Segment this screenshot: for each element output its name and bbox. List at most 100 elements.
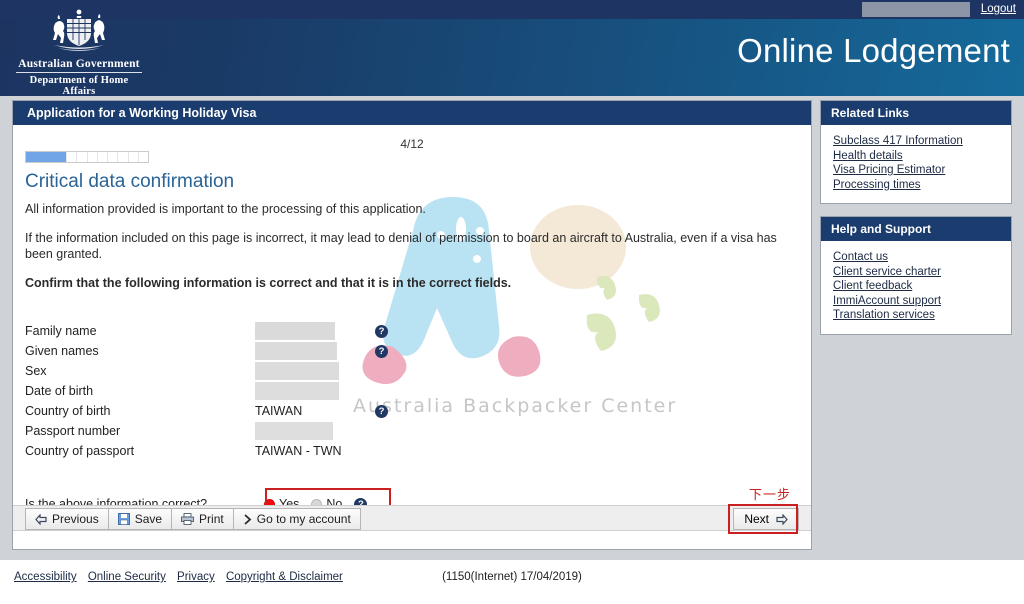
logout-link[interactable]: Logout bbox=[981, 2, 1016, 16]
field-label: Sex bbox=[25, 364, 47, 378]
sidebar-link-immiaccount-support[interactable]: ImmiAccount support bbox=[833, 294, 999, 309]
field-label: Country of birth bbox=[25, 404, 111, 418]
go-to-my-account-button[interactable]: Go to my account bbox=[232, 508, 361, 530]
table-row: Passport number bbox=[25, 421, 401, 441]
printer-icon bbox=[181, 513, 194, 525]
australian-government-crest: Australian Government Department of Home… bbox=[14, 7, 144, 96]
field-help bbox=[375, 441, 401, 461]
app-title: Online Lodgement bbox=[737, 32, 1010, 69]
help-and-support-body: Contact us Client service charter Client… bbox=[821, 241, 1011, 334]
main-panel: Application for a Working Holiday Visa A… bbox=[12, 100, 812, 550]
field-help: ? bbox=[375, 401, 401, 421]
critical-data-rows: Family name ? Given names ? Sex Date of … bbox=[25, 321, 401, 461]
help-icon[interactable]: ? bbox=[375, 405, 388, 419]
table-row: Given names ? bbox=[25, 341, 401, 361]
watermark-text: Australia Backpacker Center bbox=[353, 395, 678, 417]
next-button[interactable]: Next bbox=[733, 508, 799, 530]
field-help: ? bbox=[375, 341, 401, 361]
body-area: Application for a Working Holiday Visa A… bbox=[0, 96, 1024, 560]
footer-version: (1150(Internet) 17/04/2019) bbox=[442, 571, 582, 583]
help-icon[interactable]: ? bbox=[375, 345, 388, 359]
field-value bbox=[255, 341, 375, 361]
progress-bar bbox=[25, 151, 149, 163]
redacted-value bbox=[255, 322, 335, 340]
save-button[interactable]: Save bbox=[107, 508, 173, 530]
page-counter: 4/12 bbox=[400, 137, 424, 151]
field-value bbox=[255, 361, 375, 381]
sidebar-link-health-details[interactable]: Health details bbox=[833, 149, 999, 164]
table-row: Sex bbox=[25, 361, 401, 381]
previous-button[interactable]: Previous bbox=[25, 508, 109, 530]
coat-of-arms-icon bbox=[53, 9, 105, 51]
field-help: ? bbox=[375, 321, 401, 341]
crest-divider bbox=[16, 72, 142, 73]
site-header: Logout Australian Government Department … bbox=[0, 0, 1024, 96]
progress-fill bbox=[26, 152, 67, 162]
sidebar: Related Links Subclass 417 Information H… bbox=[820, 100, 1012, 347]
progress-remaining bbox=[66, 152, 148, 162]
help-and-support-title: Help and Support bbox=[821, 217, 1011, 241]
confirm-instruction: Confirm that the following information i… bbox=[25, 276, 512, 290]
redacted-value bbox=[255, 362, 339, 380]
sidebar-link-client-service-charter[interactable]: Client service charter bbox=[833, 265, 999, 280]
floppy-disk-icon bbox=[117, 513, 130, 525]
arrow-right-icon bbox=[776, 513, 788, 525]
field-value-text: TAIWAN - TWN bbox=[255, 444, 342, 458]
sidebar-link-translation-services[interactable]: Translation services bbox=[833, 308, 999, 323]
redacted-value bbox=[255, 382, 339, 400]
next-button-label: Next bbox=[744, 512, 769, 526]
critical-data-table: Family name ? Given names ? Sex Date of … bbox=[25, 321, 401, 461]
crest-line-2: Department of Home Affairs bbox=[29, 75, 129, 96]
redacted-value bbox=[255, 422, 333, 440]
redacted-value bbox=[255, 342, 337, 360]
toolbar-button-group: Previous Save Print Go to my account bbox=[25, 508, 361, 530]
field-value-text: TAIWAN bbox=[255, 404, 303, 418]
sidebar-link-processing-times[interactable]: Processing times bbox=[833, 178, 999, 193]
field-label: Country of passport bbox=[25, 444, 135, 458]
field-label: Date of birth bbox=[25, 384, 94, 398]
print-button[interactable]: Print bbox=[171, 508, 234, 530]
sidebar-link-visa-pricing-estimator[interactable]: Visa Pricing Estimator bbox=[833, 163, 999, 178]
sidebar-link-subclass-417[interactable]: Subclass 417 Information bbox=[833, 134, 999, 149]
chevron-right-icon bbox=[244, 513, 252, 525]
field-value: TAIWAN - TWN bbox=[255, 441, 375, 461]
print-button-label: Print bbox=[199, 512, 224, 526]
panel-content: Australia Backpacker Center 4/12 Critica… bbox=[13, 125, 811, 549]
help-and-support-card: Help and Support Contact us Client servi… bbox=[820, 216, 1012, 335]
field-label: Passport number bbox=[25, 424, 121, 438]
field-value bbox=[255, 421, 375, 441]
related-links-body: Subclass 417 Information Health details … bbox=[821, 125, 1011, 203]
site-footer: Accessibility Online Security Privacy Co… bbox=[0, 560, 1024, 604]
panel-title: Application for a Working Holiday Visa bbox=[13, 101, 811, 125]
previous-button-label: Previous bbox=[52, 512, 99, 526]
page-title: Critical data confirmation bbox=[25, 171, 235, 192]
help-icon[interactable]: ? bbox=[375, 325, 388, 339]
field-value bbox=[255, 321, 375, 341]
go-to-my-account-label: Go to my account bbox=[256, 512, 351, 526]
table-row: Date of birth bbox=[25, 381, 401, 401]
crest-line-1: Australian Government bbox=[18, 58, 140, 70]
field-help bbox=[375, 381, 401, 401]
field-label: Family name bbox=[25, 324, 97, 338]
table-row: Country of passport TAIWAN - TWN bbox=[25, 441, 401, 461]
sidebar-link-client-feedback[interactable]: Client feedback bbox=[833, 279, 999, 294]
related-links-title: Related Links bbox=[821, 101, 1011, 125]
field-label: Given names bbox=[25, 344, 99, 358]
sidebar-link-contact-us[interactable]: Contact us bbox=[833, 250, 999, 265]
next-annotation-text: 下一步 bbox=[748, 488, 791, 503]
field-help bbox=[375, 361, 401, 381]
related-links-card: Related Links Subclass 417 Information H… bbox=[820, 100, 1012, 204]
page-root: Logout Australian Government Department … bbox=[0, 0, 1024, 604]
section-content: Critical data confirmation All informati… bbox=[25, 171, 799, 304]
field-value bbox=[255, 381, 375, 401]
save-button-label: Save bbox=[134, 512, 163, 526]
field-value: TAIWAN bbox=[255, 401, 375, 421]
table-row: Country of birth TAIWAN ? bbox=[25, 401, 401, 421]
table-row: Family name ? bbox=[25, 321, 401, 341]
intro-paragraph: All information provided is important to… bbox=[25, 202, 426, 216]
next-button-wrap: Next bbox=[728, 504, 799, 534]
arrow-left-icon bbox=[35, 513, 47, 525]
form-toolbar: Previous Save Print Go to my account Nex… bbox=[13, 504, 811, 534]
warning-paragraph: If the information included on this page… bbox=[25, 231, 777, 261]
redacted-user-box bbox=[862, 2, 970, 17]
